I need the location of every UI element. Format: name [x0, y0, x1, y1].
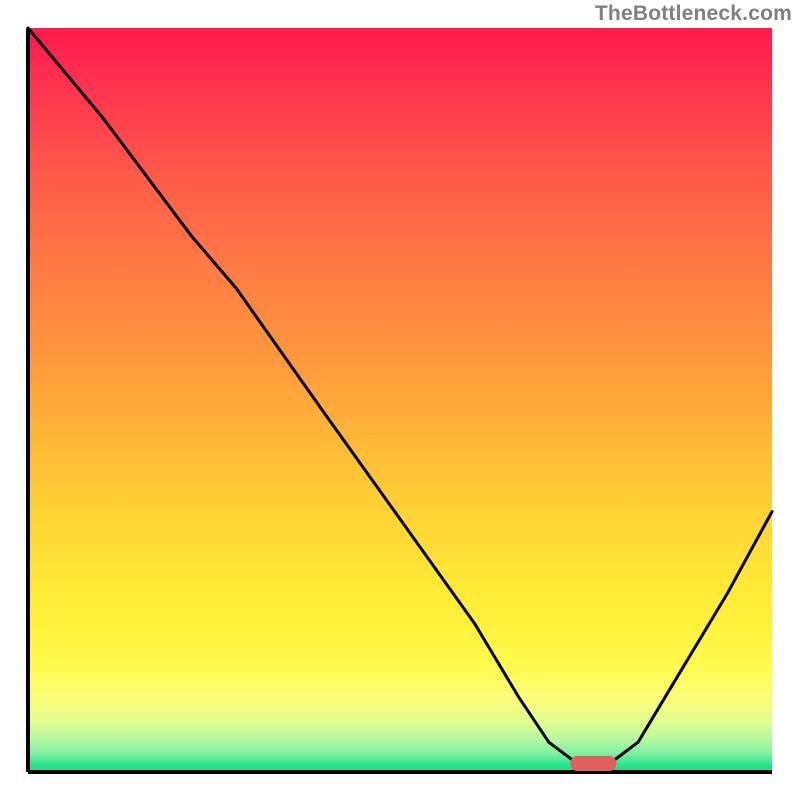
plot-area [28, 28, 772, 772]
optimal-range-marker [571, 757, 616, 771]
bottleneck-curve [28, 28, 772, 765]
watermark-text: TheBottleneck.com [595, 2, 792, 26]
chart-overlay [28, 28, 772, 772]
